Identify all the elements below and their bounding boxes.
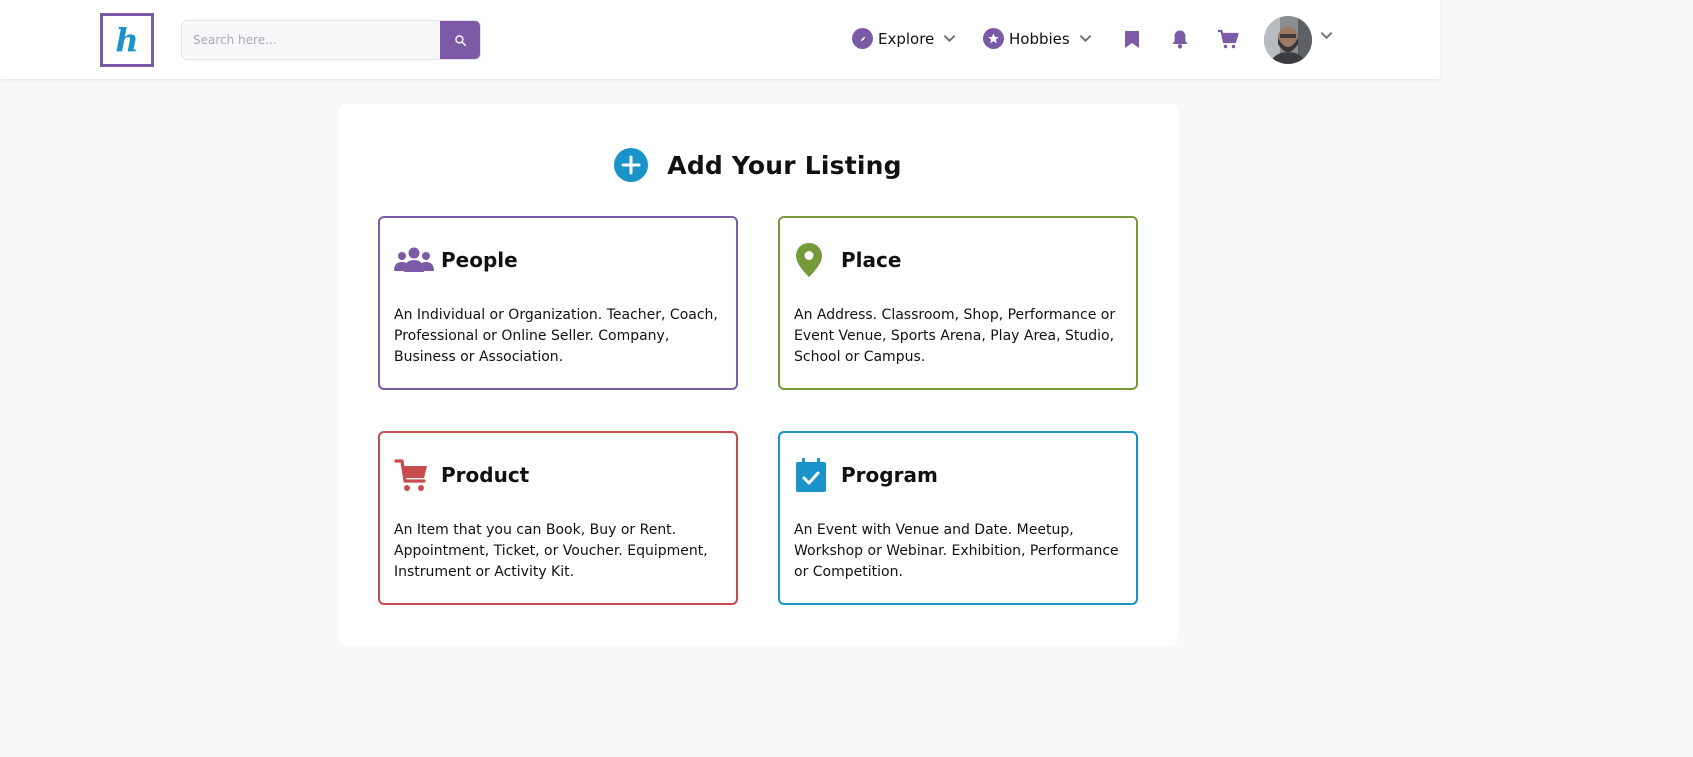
plus-circle-icon xyxy=(614,148,649,182)
top-header: h Explore Hobbies xyxy=(0,0,1440,79)
logo[interactable]: h xyxy=(100,13,154,67)
listing-card-place[interactable]: Place An Address. Classroom, Shop, Perfo… xyxy=(778,216,1138,390)
nav-hobbies[interactable]: Hobbies xyxy=(983,28,1092,49)
nav-hobbies-label: Hobbies xyxy=(1009,29,1070,48)
bell-icon xyxy=(1172,30,1188,49)
card-title: People xyxy=(441,248,518,272)
card-header: Place xyxy=(794,242,901,278)
notifications-button[interactable] xyxy=(1168,27,1192,51)
card-description: An Individual or Organization. Teacher, … xyxy=(394,307,718,365)
listing-card-people[interactable]: People An Individual or Organization. Te… xyxy=(378,216,738,390)
logo-letter: h xyxy=(115,21,139,59)
calendar-check-icon xyxy=(794,457,836,493)
card-title: Place xyxy=(841,248,902,272)
search-box xyxy=(181,20,481,60)
chevron-down-icon xyxy=(943,34,956,43)
card-title: Program xyxy=(841,463,938,487)
star-icon xyxy=(983,28,1004,49)
search-button[interactable] xyxy=(440,21,480,59)
card-description: An Address. Classroom, Shop, Performance… xyxy=(794,307,1116,365)
bookmarks-button[interactable] xyxy=(1120,27,1144,51)
card-header: Product xyxy=(394,457,529,493)
compass-icon xyxy=(852,28,873,49)
map-pin-icon xyxy=(794,242,836,278)
card-header: People xyxy=(394,242,518,278)
search-input[interactable] xyxy=(182,21,442,59)
card-description: An Event with Venue and Date. Meetup, Wo… xyxy=(794,522,1119,580)
listing-card-product[interactable]: Product An Item that you can Book, Buy o… xyxy=(378,431,738,605)
account-menu-chevron-down-icon[interactable] xyxy=(1320,31,1333,40)
card-title: Product xyxy=(441,463,530,487)
nav-explore-label: Explore xyxy=(878,29,935,48)
card-header: Program xyxy=(794,457,938,493)
cart-button[interactable] xyxy=(1216,27,1240,51)
chevron-down-icon xyxy=(1079,34,1092,43)
users-icon xyxy=(394,242,436,278)
card-description: An Item that you can Book, Buy or Rent. … xyxy=(394,522,708,580)
user-avatar[interactable] xyxy=(1264,16,1312,64)
cart-icon xyxy=(1218,29,1239,49)
listing-card-program[interactable]: Program An Event with Venue and Date. Me… xyxy=(778,431,1138,605)
bookmark-icon xyxy=(1125,30,1139,48)
panel-title: Add Your Listing xyxy=(338,148,1178,182)
nav-explore[interactable]: Explore xyxy=(852,28,956,49)
search-icon xyxy=(454,34,466,46)
page-title: Add Your Listing xyxy=(667,150,902,180)
add-listing-panel: Add Your Listing People An Individual or… xyxy=(338,104,1178,646)
shopping-cart-icon xyxy=(394,457,436,493)
